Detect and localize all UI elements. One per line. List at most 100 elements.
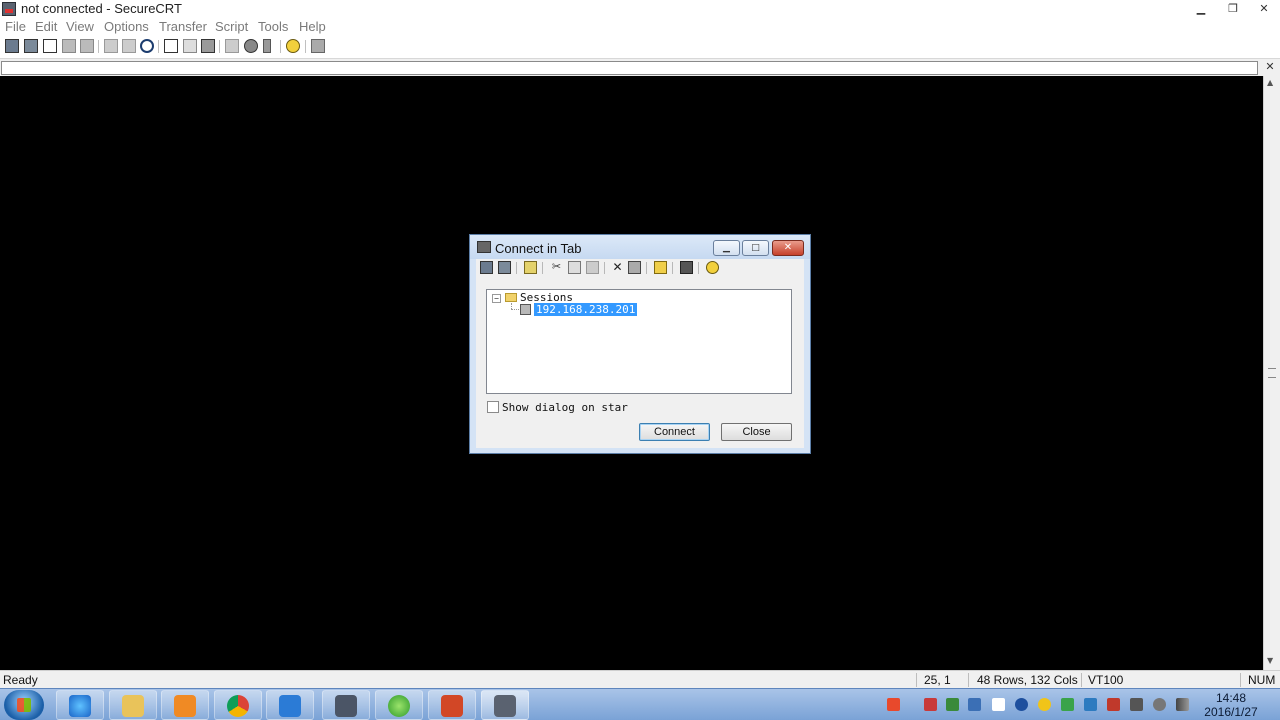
taskbar-file-explorer[interactable] <box>109 690 157 720</box>
minimize-button[interactable]: ▁ <box>1187 1 1215 17</box>
status-separator <box>1240 673 1241 687</box>
windows-icon[interactable] <box>992 698 1005 711</box>
new-session-icon[interactable] <box>480 261 493 274</box>
input-method-icon[interactable] <box>887 698 900 711</box>
securecrt-app-icon[interactable] <box>2 2 16 16</box>
print-selection-icon[interactable] <box>183 39 197 53</box>
taskbar-internet-explorer[interactable] <box>56 690 104 720</box>
dialog-title: Connect in Tab <box>495 241 582 256</box>
tray-dots-icon[interactable] <box>905 698 913 711</box>
paste-icon[interactable] <box>122 39 136 53</box>
bluetooth-icon[interactable] <box>1015 698 1028 711</box>
new-folder-icon[interactable] <box>524 261 537 274</box>
menu-transfer[interactable]: Transfer <box>159 19 207 34</box>
keymap-icon[interactable] <box>263 39 271 53</box>
properties-icon[interactable] <box>628 261 641 274</box>
monitor-icon[interactable] <box>1084 698 1097 711</box>
menu-script[interactable]: Script <box>215 19 248 34</box>
menu-help[interactable]: Help <box>299 19 326 34</box>
close-dialog-button[interactable]: Close <box>721 423 792 441</box>
signal-icon[interactable] <box>1176 698 1189 711</box>
help-icon[interactable] <box>286 39 300 53</box>
cut-icon[interactable]: ✂ <box>550 261 563 274</box>
help-icon[interactable] <box>706 261 719 274</box>
toolbar-separator <box>219 40 220 53</box>
connect-in-tab-icon[interactable] <box>43 39 57 53</box>
tab-strip[interactable] <box>1 61 1258 75</box>
show-dialog-label[interactable]: Show dialog on star <box>502 401 628 414</box>
tree-connector <box>511 309 519 311</box>
menu-tools[interactable]: Tools <box>258 19 288 34</box>
session-options-icon[interactable] <box>225 39 239 53</box>
connect-button[interactable]: Connect <box>639 423 710 441</box>
show-dialog-checkbox[interactable] <box>487 401 499 413</box>
global-options-icon[interactable] <box>244 39 258 53</box>
scroll-up-icon[interactable]: ▲ <box>1267 78 1273 87</box>
network-app-icon[interactable] <box>946 698 959 711</box>
security-icon[interactable] <box>968 698 981 711</box>
sftp-icon[interactable] <box>311 39 325 53</box>
dialog-maximize-button[interactable]: □ <box>742 240 769 256</box>
plus-icon[interactable] <box>1038 698 1051 711</box>
toolbar-separator <box>698 262 699 274</box>
dialog-minimize-button[interactable]: ▁ <box>713 240 740 256</box>
menu-edit[interactable]: Edit <box>35 19 57 34</box>
taskbar: 14:48 2016/1/27 <box>0 688 1280 720</box>
toolbar-separator <box>646 262 647 274</box>
print-setup-icon[interactable] <box>164 39 178 53</box>
taskbar-powerpoint[interactable] <box>428 690 476 720</box>
status-bar: Ready 25, 1 48 Rows, 132 Cols VT100 NUM <box>0 670 1280 689</box>
restore-button[interactable]: ❐ <box>1219 1 1247 17</box>
scroll-grip[interactable] <box>1268 368 1276 378</box>
vertical-scrollbar[interactable]: ▲ ▼ <box>1263 76 1280 670</box>
toolbar-separator <box>672 262 673 274</box>
shield-icon[interactable] <box>1061 698 1074 711</box>
toolbar-separator <box>604 262 605 274</box>
dialog-app-icon <box>477 241 491 253</box>
toolbar-separator <box>542 262 543 274</box>
quick-connect-icon[interactable] <box>24 39 38 53</box>
emulation: VT100 <box>1088 673 1124 687</box>
tab-close-icon[interactable]: ✕ <box>1263 60 1277 74</box>
copy-icon[interactable] <box>104 39 118 53</box>
desktop-icon[interactable] <box>680 261 693 274</box>
print-icon[interactable] <box>201 39 215 53</box>
taskbar-browser[interactable] <box>375 690 423 720</box>
taskbar-securecrt[interactable] <box>481 690 529 720</box>
session-tree[interactable]: − Sessions 192.168.238.201 <box>486 289 792 394</box>
taskbar-chrome[interactable] <box>214 690 262 720</box>
close-button[interactable]: ✕ <box>1250 1 1278 17</box>
disconnect-icon[interactable] <box>80 39 94 53</box>
taskbar-media-player[interactable] <box>161 690 209 720</box>
disabled-icon[interactable] <box>1107 698 1120 711</box>
title-bar: not connected - SecureCRT ▁ ❐ ✕ <box>0 0 1280 18</box>
collapse-icon[interactable]: − <box>492 294 501 303</box>
menu-bar: File Edit View Options Transfer Script T… <box>0 18 1280 36</box>
menu-file[interactable]: File <box>5 19 26 34</box>
quick-connect-icon[interactable] <box>498 261 511 274</box>
tray-app-icon[interactable] <box>924 698 937 711</box>
clock-date: 2016/1/27 <box>1204 705 1258 719</box>
taskbar-security-app[interactable] <box>322 690 370 720</box>
device-icon[interactable] <box>1130 698 1143 711</box>
reconnect-icon[interactable] <box>62 39 76 53</box>
taskbar-app[interactable] <box>266 690 314 720</box>
tree-item-session-selected[interactable]: 192.168.238.201 <box>532 302 639 317</box>
volume-icon[interactable] <box>1153 698 1166 711</box>
dialog-close-button[interactable]: ✕ <box>772 240 804 256</box>
status-separator <box>1081 673 1082 687</box>
securecrt-icon <box>494 695 516 717</box>
find-icon[interactable] <box>140 39 154 53</box>
start-button[interactable] <box>4 690 44 720</box>
copy-icon[interactable] <box>568 261 581 274</box>
system-clock[interactable]: 14:48 2016/1/27 <box>1196 690 1266 719</box>
paste-icon[interactable] <box>586 261 599 274</box>
terminal-size: 48 Rows, 132 Cols <box>977 673 1078 687</box>
menu-view[interactable]: View <box>66 19 94 34</box>
scroll-down-icon[interactable]: ▼ <box>1267 656 1273 665</box>
delete-icon[interactable]: ✕ <box>611 261 624 274</box>
dialog-title-bar: Connect in Tab ▁ □ ✕ <box>470 235 810 259</box>
create-shortcut-icon[interactable] <box>654 261 667 274</box>
menu-options[interactable]: Options <box>104 19 149 34</box>
connect-icon[interactable] <box>5 39 19 53</box>
